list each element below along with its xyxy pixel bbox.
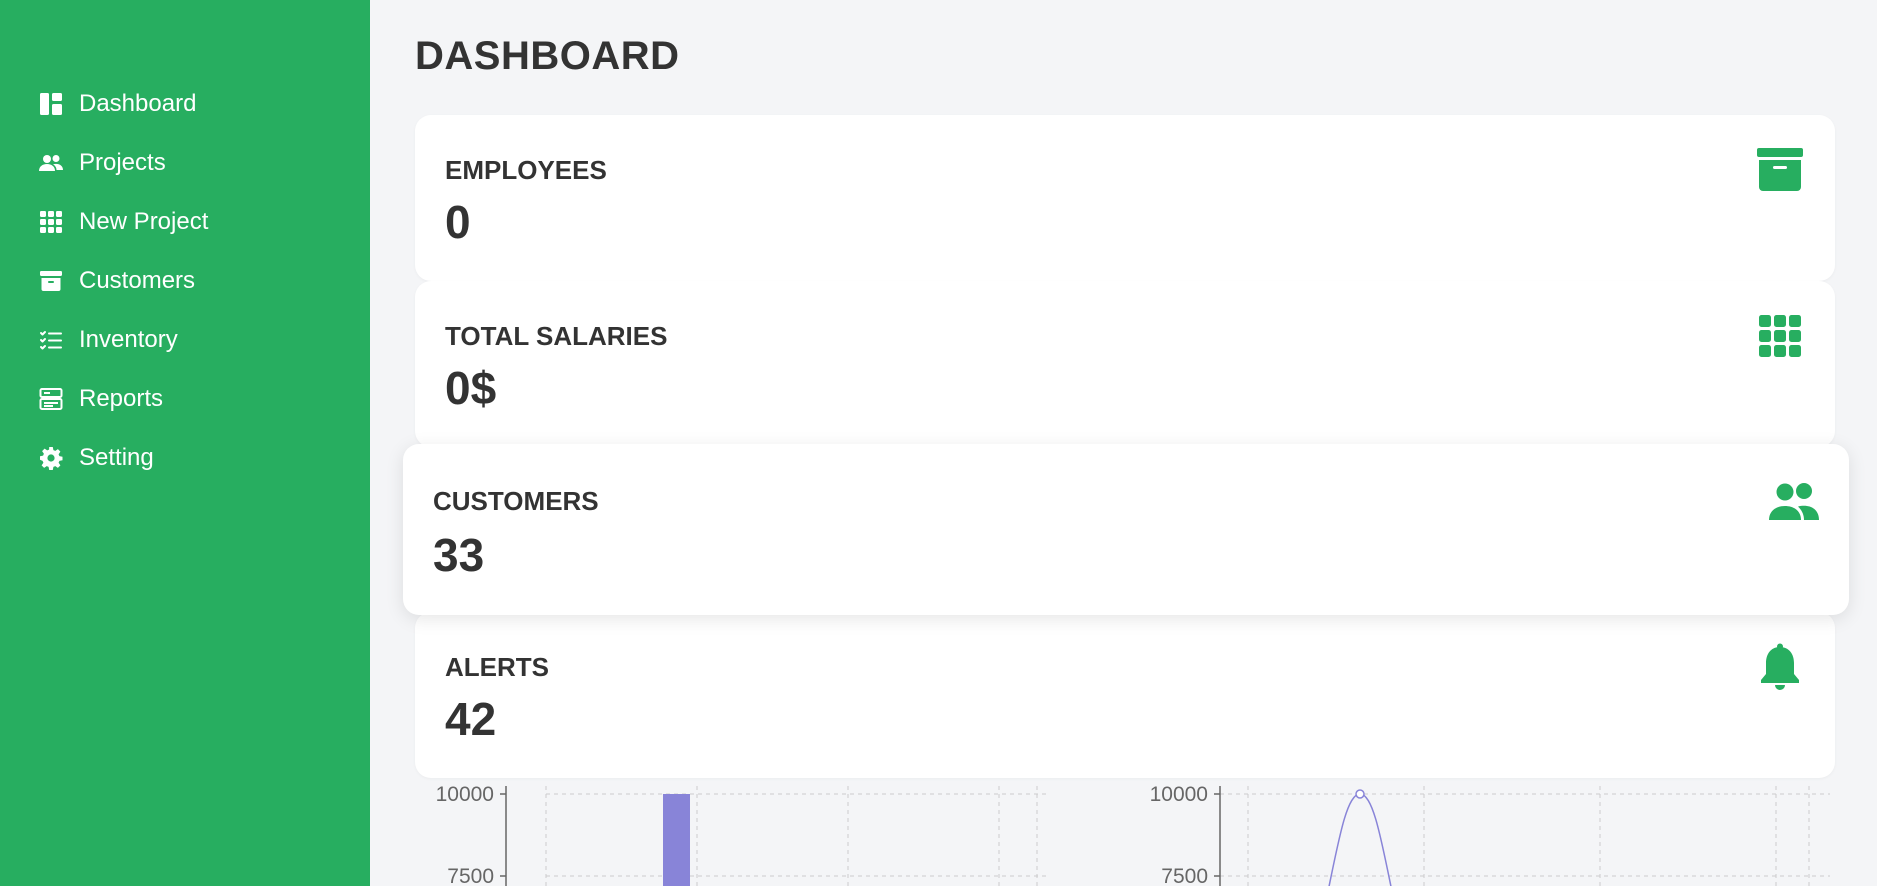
main-content: DASHBOARD EMPLOYEES 0 TOTAL SALARIES 0$ … [370,0,1877,886]
page-title: DASHBOARD [415,34,680,78]
card-value: 42 [445,693,497,745]
sidebar-item-label: New Project [79,207,209,235]
sidebar-item-label: Reports [79,384,164,412]
sidebar-item-new-project[interactable]: New Project [0,192,370,251]
sidebar-item-label: Inventory [79,325,178,353]
sidebar-item-projects[interactable]: Projects [0,133,370,192]
sidebar: Dashboard Projects New Project Customers… [0,0,370,886]
list-icon [38,327,64,353]
card-label: CUSTOMERS [433,486,599,516]
y-tick-label: 10000 [436,783,494,806]
sidebar-item-label: Projects [79,148,166,176]
card-value: 33 [433,529,485,581]
stat-card-total-salaries: TOTAL SALARIES 0$ [415,281,1835,447]
sidebar-item-customers[interactable]: Customers [0,251,370,310]
users-icon [38,150,64,176]
sidebar-item-dashboard[interactable]: Dashboard [0,74,370,133]
series-line [1328,793,1392,886]
archive-icon [38,268,64,294]
grid-icon [38,209,64,235]
grid-icon [1755,311,1805,361]
grid [545,786,1050,886]
gear-icon [38,445,64,471]
card-label: ALERTS [445,652,549,682]
bar-chart: 10000 7500 [410,776,1050,886]
sidebar-item-label: Setting [79,443,154,471]
bar [663,794,690,886]
sidebar-item-reports[interactable]: Reports [0,369,370,428]
y-tick-label: 7500 [1161,865,1208,886]
stat-card-employees: EMPLOYEES 0 [415,115,1835,281]
archive-icon [1755,145,1805,195]
y-tick-label: 7500 [447,865,494,886]
users-icon [1769,478,1819,528]
sidebar-item-setting[interactable]: Setting [0,428,370,487]
card-value: 0$ [445,362,497,414]
stat-card-alerts: ALERTS 42 [415,612,1835,778]
card-label: TOTAL SALARIES [445,321,668,351]
bell-icon [1755,642,1805,692]
grid [1220,786,1830,886]
card-label: EMPLOYEES [445,155,607,185]
sidebar-item-label: Customers [79,266,196,294]
data-point [1355,789,1365,799]
card-value: 0 [445,196,471,248]
stat-card-customers: CUSTOMERS 33 [403,444,1849,615]
reports-icon [38,386,64,412]
y-tick-label: 10000 [1150,783,1208,806]
dashboard-icon [38,91,64,117]
sidebar-item-label: Dashboard [79,89,197,117]
line-chart: 10000 7500 [1130,776,1830,886]
sidebar-item-inventory[interactable]: Inventory [0,310,370,369]
